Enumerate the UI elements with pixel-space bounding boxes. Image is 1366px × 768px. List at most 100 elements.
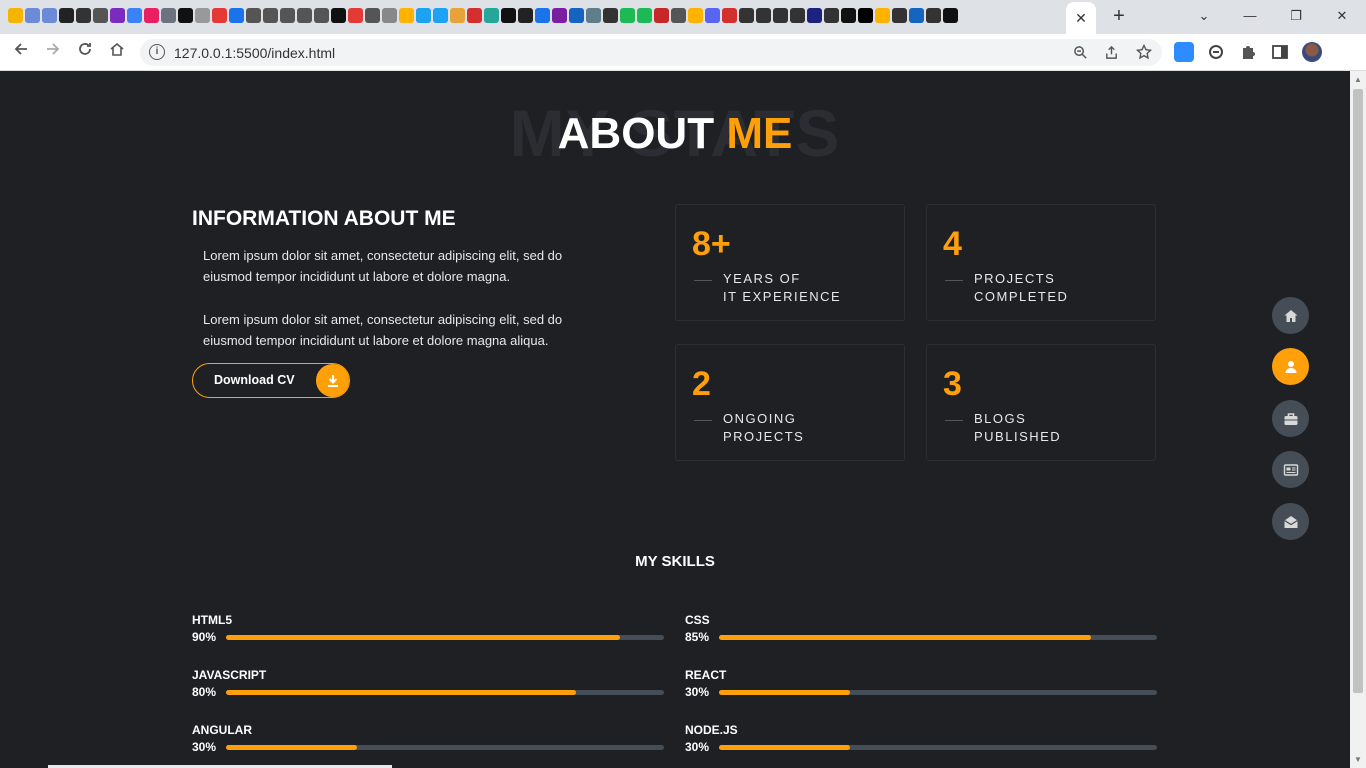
reload-button[interactable] bbox=[72, 40, 98, 64]
tab-favicon[interactable] bbox=[552, 8, 567, 23]
tab-favicon[interactable] bbox=[399, 8, 414, 23]
tab-favicon[interactable] bbox=[42, 8, 57, 23]
tab-favicons[interactable] bbox=[8, 8, 958, 23]
tab-favicon[interactable] bbox=[620, 8, 635, 23]
bookmark-star-icon[interactable] bbox=[1136, 44, 1152, 60]
tab-favicon[interactable] bbox=[603, 8, 618, 23]
portfolio-page: MY STATS ABOUT ME INFORMATION ABOUT ME L… bbox=[0, 71, 1350, 768]
tab-favicon[interactable] bbox=[841, 8, 856, 23]
nav-about-button[interactable] bbox=[1272, 348, 1309, 385]
tab-favicon[interactable] bbox=[297, 8, 312, 23]
zoom-extension-icon[interactable] bbox=[1174, 42, 1194, 62]
tab-favicon[interactable] bbox=[8, 8, 23, 23]
tab-strip: ✕ + ⌄ — ❐ ✕ bbox=[0, 0, 1366, 34]
maximize-button[interactable]: ❐ bbox=[1276, 4, 1316, 28]
sync-extension-icon[interactable] bbox=[1206, 42, 1226, 62]
tab-favicon[interactable] bbox=[501, 8, 516, 23]
nav-contact-button[interactable] bbox=[1272, 503, 1309, 540]
scroll-down-icon[interactable]: ▼ bbox=[1354, 755, 1362, 764]
tab-favicon[interactable] bbox=[110, 8, 125, 23]
nav-portfolio-button[interactable] bbox=[1272, 400, 1309, 437]
tab-favicon[interactable] bbox=[25, 8, 40, 23]
skill-percent: 30% bbox=[685, 685, 710, 699]
minimize-button[interactable]: — bbox=[1230, 4, 1270, 28]
side-panel-icon[interactable] bbox=[1270, 42, 1290, 62]
tab-favicon[interactable] bbox=[433, 8, 448, 23]
tab-favicon[interactable] bbox=[807, 8, 822, 23]
tab-favicon[interactable] bbox=[127, 8, 142, 23]
tab-favicon[interactable] bbox=[722, 8, 737, 23]
tab-favicon[interactable] bbox=[518, 8, 533, 23]
nav-blogs-button[interactable] bbox=[1272, 451, 1309, 488]
tab-favicon[interactable] bbox=[858, 8, 873, 23]
tab-favicon[interactable] bbox=[637, 8, 652, 23]
tab-favicon[interactable] bbox=[586, 8, 601, 23]
page-scrollbar[interactable]: ▲ ▼ bbox=[1350, 71, 1366, 768]
tab-favicon[interactable] bbox=[705, 8, 720, 23]
tab-favicon[interactable] bbox=[195, 8, 210, 23]
tab-favicon[interactable] bbox=[331, 8, 346, 23]
tab-favicon[interactable] bbox=[229, 8, 244, 23]
arrow-left-icon bbox=[14, 43, 27, 55]
tab-favicon[interactable] bbox=[178, 8, 193, 23]
tab-favicon[interactable] bbox=[93, 8, 108, 23]
url-text[interactable]: 127.0.0.1:5500/index.html bbox=[174, 45, 335, 61]
tab-favicon[interactable] bbox=[671, 8, 686, 23]
puzzle-extensions-icon[interactable] bbox=[1238, 42, 1258, 62]
browser-toolbar: i 127.0.0.1:5500/index.html bbox=[0, 34, 1366, 71]
address-bar[interactable]: i 127.0.0.1:5500/index.html bbox=[140, 39, 1162, 66]
nav-home-button[interactable] bbox=[1272, 297, 1309, 334]
tab-favicon[interactable] bbox=[365, 8, 380, 23]
tab-favicon[interactable] bbox=[756, 8, 771, 23]
close-window-button[interactable]: ✕ bbox=[1322, 4, 1362, 28]
tab-favicon[interactable] bbox=[246, 8, 261, 23]
tab-favicon[interactable] bbox=[688, 8, 703, 23]
tab-favicon[interactable] bbox=[76, 8, 91, 23]
zoom-icon[interactable] bbox=[1073, 45, 1088, 60]
tab-favicon[interactable] bbox=[892, 8, 907, 23]
scrollbar-thumb[interactable] bbox=[1353, 89, 1363, 693]
tab-favicon[interactable] bbox=[450, 8, 465, 23]
download-cv-button[interactable]: Download CV bbox=[192, 363, 350, 398]
tab-favicon[interactable] bbox=[790, 8, 805, 23]
tab-close-icon[interactable]: ✕ bbox=[1075, 10, 1087, 27]
back-button[interactable] bbox=[8, 40, 34, 64]
tab-favicon[interactable] bbox=[263, 8, 278, 23]
site-info-icon[interactable]: i bbox=[149, 44, 165, 60]
tab-favicon[interactable] bbox=[484, 8, 499, 23]
forward-button[interactable] bbox=[40, 40, 66, 64]
skill-item: HTML5 90% bbox=[192, 613, 664, 653]
tab-favicon[interactable] bbox=[314, 8, 329, 23]
tab-favicon[interactable] bbox=[416, 8, 431, 23]
profile-avatar[interactable] bbox=[1302, 42, 1322, 62]
tab-favicon[interactable] bbox=[280, 8, 295, 23]
tab-favicon[interactable] bbox=[59, 8, 74, 23]
active-tab[interactable]: ✕ bbox=[1066, 2, 1096, 34]
tab-favicon[interactable] bbox=[212, 8, 227, 23]
tab-favicon[interactable] bbox=[739, 8, 754, 23]
tab-favicon[interactable] bbox=[569, 8, 584, 23]
tab-favicon[interactable] bbox=[467, 8, 482, 23]
tab-favicon[interactable] bbox=[909, 8, 924, 23]
tab-favicon[interactable] bbox=[161, 8, 176, 23]
new-tab-button[interactable]: + bbox=[1108, 5, 1130, 27]
skill-percent: 30% bbox=[685, 740, 710, 754]
tab-favicon[interactable] bbox=[824, 8, 839, 23]
arrow-right-icon bbox=[47, 43, 60, 55]
about-paragraph-1: Lorem ipsum dolor sit amet, consectetur … bbox=[203, 248, 563, 284]
tab-favicon[interactable] bbox=[535, 8, 550, 23]
tab-search-button[interactable]: ⌄ bbox=[1184, 4, 1224, 28]
tab-favicon[interactable] bbox=[875, 8, 890, 23]
tab-favicon[interactable] bbox=[773, 8, 788, 23]
skill-item: JAVASCRIPT 80% bbox=[192, 668, 664, 708]
tab-favicon[interactable] bbox=[382, 8, 397, 23]
share-icon[interactable] bbox=[1104, 45, 1119, 60]
scroll-up-icon[interactable]: ▲ bbox=[1354, 75, 1362, 84]
tab-favicon[interactable] bbox=[144, 8, 159, 23]
tab-favicon[interactable] bbox=[654, 8, 669, 23]
tab-favicon[interactable] bbox=[348, 8, 363, 23]
tab-favicon[interactable] bbox=[926, 8, 941, 23]
download-icon bbox=[316, 364, 349, 397]
home-button[interactable] bbox=[104, 40, 130, 64]
tab-favicon[interactable] bbox=[943, 8, 958, 23]
